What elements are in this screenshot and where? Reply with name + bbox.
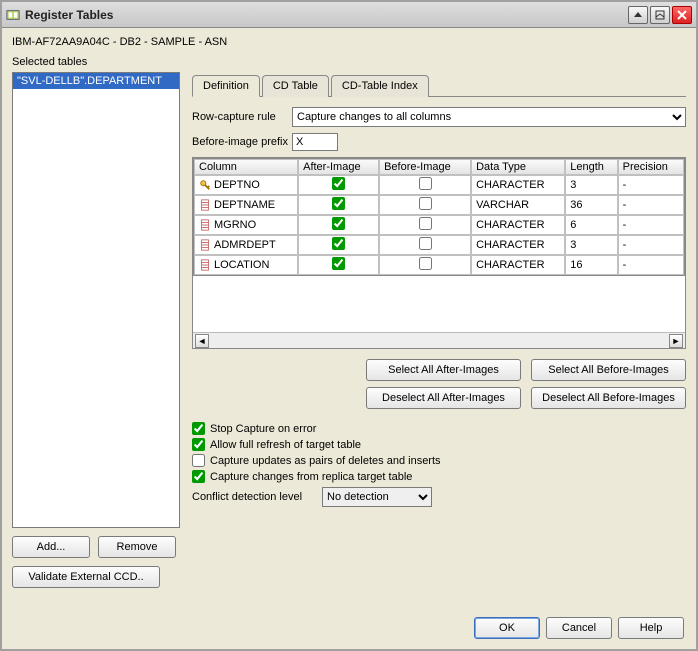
stop-capture-on-error-checkbox[interactable] <box>192 422 205 435</box>
conflict-detection-select[interactable]: No detection <box>322 487 432 507</box>
cell-before-image[interactable] <box>379 195 471 215</box>
rollup-button[interactable] <box>628 6 648 24</box>
breadcrumb: IBM-AF72AA9A04C - DB2 - SAMPLE - ASN <box>2 28 696 54</box>
cell-column-name: LOCATION <box>194 255 298 275</box>
stop-capture-on-error-label: Stop Capture on error <box>210 423 316 435</box>
table-row[interactable]: DEPTNAME VARCHAR36- <box>194 195 684 215</box>
grid-horizontal-scrollbar[interactable]: ◄ ► <box>193 332 685 348</box>
cell-after-image[interactable] <box>298 235 379 255</box>
column-icon <box>199 199 211 211</box>
titlebar: Register Tables <box>2 2 696 28</box>
remove-button[interactable]: Remove <box>98 536 176 558</box>
cell-precision: - <box>618 175 684 195</box>
cell-datatype: CHARACTER <box>471 175 565 195</box>
app-icon <box>6 8 20 22</box>
cell-datatype: CHARACTER <box>471 235 565 255</box>
cell-datatype: CHARACTER <box>471 215 565 235</box>
grid-header[interactable]: Column <box>194 159 298 175</box>
scroll-left-button[interactable]: ◄ <box>195 334 209 348</box>
validate-external-ccd-button[interactable]: Validate External CCD.. <box>12 566 160 588</box>
list-item[interactable]: "SVL-DELLB".DEPARTMENT <box>13 73 179 89</box>
cell-column-name: DEPTNO <box>194 175 298 195</box>
key-icon <box>199 179 211 191</box>
tab-definition[interactable]: Definition <box>192 75 260 97</box>
window-title: Register Tables <box>25 8 626 22</box>
column-icon <box>199 239 211 251</box>
cell-length: 36 <box>565 195 617 215</box>
deselect-all-after-images-button[interactable]: Deselect All After-Images <box>366 387 521 409</box>
replica-checkbox[interactable] <box>192 470 205 483</box>
tab-cd-table-index[interactable]: CD-Table Index <box>331 75 429 97</box>
grid-header[interactable]: Data Type <box>471 159 565 175</box>
ok-button[interactable]: OK <box>474 617 540 639</box>
cell-column-name: DEPTNAME <box>194 195 298 215</box>
deselect-all-before-images-button[interactable]: Deselect All Before-Images <box>531 387 686 409</box>
grid-header[interactable]: Precision <box>618 159 684 175</box>
select-all-before-images-button[interactable]: Select All Before-Images <box>531 359 686 381</box>
cell-before-image[interactable] <box>379 215 471 235</box>
after-image-checkbox[interactable] <box>332 197 345 210</box>
row-capture-rule-select[interactable]: Capture changes to all columns <box>292 107 686 127</box>
before-image-checkbox[interactable] <box>419 217 432 230</box>
cancel-button[interactable]: Cancel <box>546 617 612 639</box>
columns-grid[interactable]: ColumnAfter-ImageBefore-ImageData TypeLe… <box>192 157 686 349</box>
maximize-button[interactable] <box>650 6 670 24</box>
before-image-checkbox[interactable] <box>419 257 432 270</box>
column-icon <box>199 219 211 231</box>
table-row[interactable]: MGRNO CHARACTER6- <box>194 215 684 235</box>
cell-length: 3 <box>565 175 617 195</box>
cell-after-image[interactable] <box>298 175 379 195</box>
table-row[interactable]: ADMRDEPT CHARACTER3- <box>194 235 684 255</box>
cell-before-image[interactable] <box>379 235 471 255</box>
cell-before-image[interactable] <box>379 255 471 275</box>
before-image-checkbox[interactable] <box>419 237 432 250</box>
conflict-detection-label: Conflict detection level <box>192 491 322 503</box>
before-image-checkbox[interactable] <box>419 177 432 190</box>
cell-length: 6 <box>565 215 617 235</box>
cell-length: 16 <box>565 255 617 275</box>
column-icon <box>199 259 211 271</box>
row-capture-rule-label: Row-capture rule <box>192 111 292 123</box>
replica-label: Capture changes from replica target tabl… <box>210 471 412 483</box>
help-button[interactable]: Help <box>618 617 684 639</box>
before-image-prefix-input[interactable] <box>292 133 338 151</box>
tab-cd-table[interactable]: CD Table <box>262 75 329 97</box>
cell-precision: - <box>618 215 684 235</box>
add-button[interactable]: Add... <box>12 536 90 558</box>
cell-after-image[interactable] <box>298 255 379 275</box>
cell-precision: - <box>618 195 684 215</box>
pairs-checkbox[interactable] <box>192 454 205 467</box>
close-button[interactable] <box>672 6 692 24</box>
cell-datatype: VARCHAR <box>471 195 565 215</box>
after-image-checkbox[interactable] <box>332 237 345 250</box>
cell-precision: - <box>618 255 684 275</box>
after-image-checkbox[interactable] <box>332 177 345 190</box>
full-refresh-checkbox[interactable] <box>192 438 205 451</box>
after-image-checkbox[interactable] <box>332 217 345 230</box>
before-image-checkbox[interactable] <box>419 197 432 210</box>
cell-column-name: ADMRDEPT <box>194 235 298 255</box>
cell-length: 3 <box>565 235 617 255</box>
cell-datatype: CHARACTER <box>471 255 565 275</box>
table-row[interactable]: LOCATION CHARACTER16- <box>194 255 684 275</box>
pairs-label: Capture updates as pairs of deletes and … <box>210 455 441 467</box>
select-all-after-images-button[interactable]: Select All After-Images <box>366 359 521 381</box>
table-row[interactable]: DEPTNO CHARACTER3- <box>194 175 684 195</box>
full-refresh-label: Allow full refresh of target table <box>210 439 361 451</box>
after-image-checkbox[interactable] <box>332 257 345 270</box>
selected-tables-list[interactable]: "SVL-DELLB".DEPARTMENT <box>12 72 180 528</box>
cell-after-image[interactable] <box>298 215 379 235</box>
before-image-prefix-label: Before-image prefix <box>192 136 292 148</box>
grid-header[interactable]: Length <box>565 159 617 175</box>
cell-column-name: MGRNO <box>194 215 298 235</box>
scroll-right-button[interactable]: ► <box>669 334 683 348</box>
cell-after-image[interactable] <box>298 195 379 215</box>
tabstrip: Definition CD Table CD-Table Index <box>192 74 686 97</box>
selected-tables-label: Selected tables <box>2 54 696 72</box>
grid-header[interactable]: After-Image <box>298 159 379 175</box>
cell-precision: - <box>618 235 684 255</box>
grid-header[interactable]: Before-Image <box>379 159 471 175</box>
cell-before-image[interactable] <box>379 175 471 195</box>
